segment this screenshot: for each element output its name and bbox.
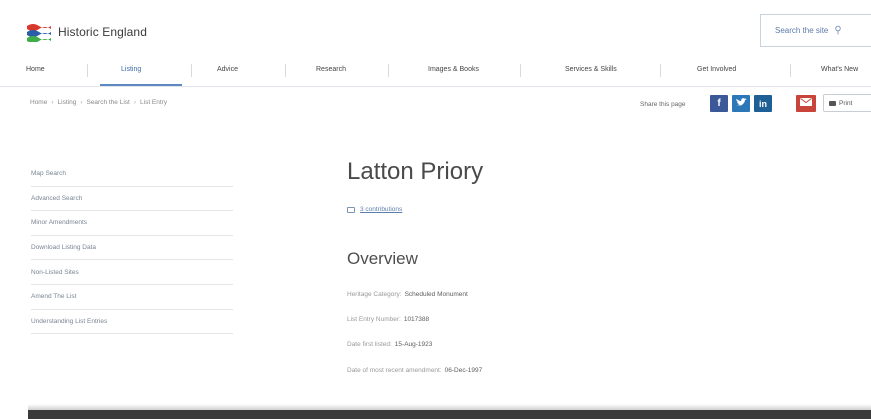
search-placeholder: Search the site [775,26,829,35]
page-title: Latton Priory [347,158,484,185]
heritage-category-field: Heritage Category: Scheduled Monument [347,291,468,298]
sidebar-item-advanced-search[interactable]: Advanced Search [31,187,233,212]
sidebar-item-non-listed-sites[interactable]: Non-Listed Sites [31,260,233,285]
search-input[interactable]: Search the site ⚲ [760,14,871,47]
nav-divider [87,64,88,77]
search-icon[interactable]: ⚲ [834,25,841,36]
field-value: 15-Aug-1923 [394,341,433,348]
list-entry-number-field: List Entry Number: 1017388 [347,316,429,323]
nav-divider [285,64,286,77]
nav-divider [660,64,661,77]
site-logo[interactable]: Historic England [26,22,147,42]
site-header: Historic England Search the site ⚲ [0,0,871,60]
main-navigation: Home Listing Advice Research Images & Bo… [0,62,871,82]
email-icon [800,98,812,109]
field-label: Date of most recent amendment: [347,367,442,374]
nav-item-research[interactable]: Research [316,66,346,73]
nav-item-home[interactable]: Home [26,66,45,73]
sidebar-item-amend-the-list[interactable]: Amend The List [31,285,233,310]
nav-item-get-involved[interactable]: Get Involved [697,66,736,73]
nav-item-listing[interactable]: Listing [121,66,141,73]
linkedin-icon: in [759,98,767,109]
sidebar-item-download-listing-data[interactable]: Download Listing Data [31,236,233,261]
print-label: Print [839,99,853,107]
date-first-listed-field: Date first listed: 15-Aug-1923 [347,341,432,348]
field-value: 1017388 [403,316,430,323]
twitter-share-button[interactable] [732,95,750,112]
comments-link-text[interactable]: 3 contributions [360,206,402,213]
nav-item-advice[interactable]: Advice [217,66,238,73]
twitter-icon [735,97,747,110]
nav-divider [191,64,192,77]
nav-item-services-skills[interactable]: Services & Skills [565,66,617,73]
nav-item-images-books[interactable]: Images & Books [428,66,479,73]
nav-divider [520,64,521,77]
sidebar-item-understanding-list-entries[interactable]: Understanding List Entries [31,310,233,335]
facebook-icon: f [717,98,721,109]
linkedin-share-button[interactable]: in [754,95,772,112]
comments-link[interactable]: 3 contributions [347,206,402,213]
nav-divider [790,64,791,77]
comment-icon [347,206,355,213]
breadcrumb-search-the-list[interactable]: Search the List [86,99,129,106]
breadcrumb: Home › Listing › Search the List › List Entry [30,99,167,106]
breadcrumb-separator: › [133,99,137,106]
date-amended-field: Date of most recent amendment: 06-Dec-199… [347,367,482,374]
field-label: Date first listed: [347,341,392,348]
historic-england-logo-icon [27,24,51,42]
sidebar-menu: Map Search Advanced Search Minor Amendme… [31,162,233,335]
nav-divider-line [0,86,871,87]
email-share-button[interactable] [796,95,816,112]
page-bottom-edge [28,410,871,419]
overview-heading: Overview [347,249,418,268]
share-label: Share this page [640,101,686,108]
printer-icon [829,100,836,106]
field-value: 06-Dec-1997 [444,367,483,374]
breadcrumb-separator: › [51,99,54,106]
field-label: Heritage Category: [347,291,402,298]
logo-text: Historic England [58,25,147,39]
field-value: Scheduled Monument [404,291,468,298]
nav-divider [388,64,389,77]
nav-item-whats-new[interactable]: What's New [821,66,858,73]
breadcrumb-listing[interactable]: Listing [58,99,77,106]
facebook-share-button[interactable]: f [710,95,728,112]
field-label: List Entry Number: [347,316,401,323]
breadcrumb-home[interactable]: Home [30,99,47,106]
sidebar-item-map-search[interactable]: Map Search [31,162,233,187]
sidebar-item-minor-amendments[interactable]: Minor Amendments [31,211,233,236]
breadcrumb-separator: › [80,99,83,106]
print-button[interactable]: Print [823,94,871,112]
breadcrumb-list-entry: List Entry [140,99,168,106]
